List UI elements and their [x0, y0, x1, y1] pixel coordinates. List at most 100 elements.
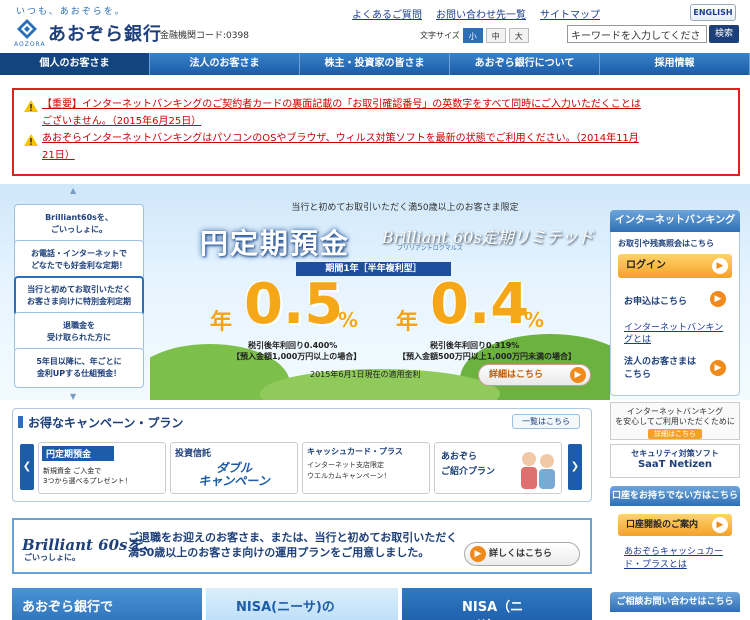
hero-title: 円定期預金 — [200, 227, 351, 260]
bottom-banner-2-text: NISA(ニーサ)の — [236, 600, 335, 615]
font-size-medium[interactable]: 中 — [485, 28, 506, 43]
ib-inquiry-text: お取引や残高照会はこちら — [618, 239, 714, 248]
search-button[interactable]: 検索 — [709, 25, 739, 43]
bottom-banner-3[interactable]: NISA（ニーサ） — [402, 588, 592, 620]
contact-header[interactable]: ご相談お問い合わせはこちら — [610, 592, 740, 612]
card-title: キャッシュカード・プラス — [307, 447, 403, 456]
login-label: ログイン — [626, 260, 666, 271]
login-button[interactable]: ログイン ▶ — [618, 254, 732, 278]
security-text: インターネットバンキング を安心してご利用いただくために — [615, 407, 735, 426]
brilliant-logo-sub: ごいっしょに。 — [24, 553, 80, 562]
netizen-label: セキュリティ対策ソフト — [631, 449, 719, 458]
card-title: 投資信託 — [175, 449, 212, 459]
rate-1-percent: % — [338, 308, 359, 332]
open-account-button[interactable]: 口座開設のご案内 ▶ — [618, 514, 732, 536]
scroll-down-icon[interactable]: ▼ — [70, 392, 76, 401]
important-notice-box: 【重要】インターネットバンキングのご契約者カードの裏面記載の「お取引確認番号」の… — [12, 88, 740, 176]
carousel-prev-icon[interactable]: ❮ — [20, 444, 34, 490]
card-body: ダブル キャンペーン — [198, 461, 270, 488]
bottom-banner-3-text: NISA（ニーサ） — [462, 600, 524, 620]
financial-code: 金融機関コード:0398 — [160, 31, 249, 41]
rate-1-note-b: 【預入金額1,000万円以上の場合】 — [232, 352, 362, 361]
netizen-title: SaaT Netizen — [637, 459, 713, 470]
open-account-label: 口座開設のご案内 — [626, 520, 699, 530]
rate-2-percent: % — [524, 308, 545, 332]
brilliant-detail-button[interactable]: ▶ 詳しくはこちら — [464, 542, 580, 566]
contact-list-link[interactable]: お問い合わせ先一覧 — [436, 6, 526, 21]
rate-2-value: 0.4 — [430, 272, 530, 337]
card-body: 新規資金 ご入金で 3つから選べるプレゼント！ — [43, 467, 132, 485]
security-info[interactable]: インターネットバンキング を安心してご利用いただくために 詳細はこちら — [610, 402, 740, 440]
main-nav: 個人のお客さま 法人のお客さま 株主・投資家の皆さま あおぞら銀行について 採用… — [0, 53, 750, 75]
side-item-step-up[interactable]: 5年目以降に、年ごとに 金利UPする仕組預金！ — [14, 348, 144, 388]
side-item-brilliant60s[interactable]: Brilliant60sを、 ごいっしょに。 — [14, 204, 144, 244]
sitemap-link[interactable]: サイトマップ — [540, 6, 600, 21]
bank-name[interactable]: あおぞら銀行 — [48, 20, 162, 46]
hero-detail-button[interactable]: 詳細はこちら ▶ — [478, 364, 591, 386]
rate-2-note-a: 税引後年利回り0.319% — [430, 341, 520, 350]
arrow-right-icon: ▶ — [470, 546, 486, 562]
campaign-title: お得なキャンペーン・プラン — [28, 416, 184, 430]
hero-subtitle: 当行と初めてお取引いただく満50歳以上のお客さま限定 — [291, 203, 519, 213]
nav-investors[interactable]: 株主・投資家の皆さま — [300, 53, 450, 75]
campaign-card-fund[interactable]: 投資信託 ダブル キャンペーン — [170, 442, 298, 494]
warning-icon — [24, 100, 38, 112]
nav-corporate[interactable]: 法人のお客さま — [150, 53, 300, 75]
font-size-selector: 文字サイズ 小 中 大 — [420, 28, 529, 43]
carousel-next-icon[interactable]: ❯ — [568, 444, 582, 490]
side-item-first-time[interactable]: 当行と初めてお取引いただく お客さま向けに特別金利定期 — [14, 276, 144, 316]
corp-link[interactable]: 法人のお客さまは こちら — [624, 356, 696, 382]
font-size-small[interactable]: 小 — [462, 28, 483, 43]
hero-date: 2015年6月1日現在の適用金利 — [310, 370, 421, 379]
bottom-banner-1-text: あおぞら銀行で — [22, 600, 114, 615]
arrow-right-icon: ▶ — [712, 258, 728, 274]
campaign-card-yen-deposit[interactable]: 円定期預金 新規資金 ご入金で 3つから選べるプレゼント！ — [38, 442, 166, 494]
ib-about-link[interactable]: インターネットバンキングとは — [624, 322, 730, 346]
arrow-right-icon[interactable]: ▶ — [710, 360, 726, 376]
campaign-card-cashcard[interactable]: キャッシュカード・プラス インターネット支店限定 ウエルカムキャンペーン！ — [302, 442, 430, 494]
arrow-right-icon: ▶ — [712, 517, 728, 533]
logo-subtext: AOZORA — [14, 41, 46, 48]
bottom-banner-1[interactable]: あおぞら銀行で — [12, 588, 202, 620]
english-button[interactable]: ENGLISH — [690, 4, 736, 21]
side-item-retirement[interactable]: 退職金を 受け取られた方に — [14, 312, 144, 352]
rate-1-value: 0.5 — [244, 272, 344, 337]
notice-1-line-1[interactable]: 【重要】インターネットバンキングのご契約者カードの裏面記載の「お取引確認番号」の… — [42, 96, 641, 113]
search-input[interactable]: キーワードを入力してくださ — [567, 25, 707, 43]
notice-2-line-2[interactable]: 21日） — [42, 147, 75, 164]
font-size-large[interactable]: 大 — [508, 28, 529, 43]
aozora-logo-icon[interactable] — [16, 18, 38, 40]
hero-detail-label: 詳細はこちら — [489, 370, 544, 380]
netizen-banner[interactable]: セキュリティ対策ソフト SaaT Netizen — [610, 444, 740, 478]
campaign-all-link[interactable]: 一覧はこちら — [512, 414, 580, 429]
cashcard-plus-link[interactable]: あおぞらキャッシュカード・プラスとは — [624, 546, 734, 572]
section-bar-icon — [18, 416, 23, 428]
card-body: インターネット支店限定 ウエルカムキャンペーン！ — [307, 461, 391, 480]
brilliant-text: ご退職をお迎えのお客さま、または、当行と初めてお取引いただく満50歳以上のお客さ… — [128, 531, 458, 559]
tagline: いつも、あおぞらを。 — [16, 7, 126, 17]
campaign-card-referral[interactable]: あおぞら ご紹介プラン — [434, 442, 562, 494]
top-links: よくあるご質問 お問い合わせ先一覧 サイトマップ — [352, 6, 600, 21]
rate-2-prefix: 年 — [396, 310, 419, 335]
warning-icon — [24, 134, 38, 146]
people-illustration-icon — [521, 452, 555, 489]
notice-1-line-2[interactable]: ございません。（2015年6月25日） — [42, 113, 201, 130]
bottom-banner-2[interactable]: NISA(ニーサ)の — [206, 588, 398, 620]
arrow-right-icon[interactable]: ▶ — [710, 291, 726, 307]
no-account-header: 口座をお持ちでない方はこちら — [610, 486, 740, 506]
nav-about[interactable]: あおぞら銀行について — [450, 53, 600, 75]
nav-recruit[interactable]: 採用情報 — [600, 53, 750, 75]
arrow-right-icon: ▶ — [570, 367, 586, 383]
notice-2-line-1[interactable]: あおぞらインターネットバンキングはパソコンのOSやブラウザ、ウィルス対策ソフトを… — [42, 130, 639, 147]
side-item-phone-internet[interactable]: お電話・インターネットで どなたでも好金利な定期！ — [14, 240, 144, 280]
rate-1-prefix: 年 — [210, 310, 233, 335]
nav-personal[interactable]: 個人のお客さま — [0, 53, 150, 75]
font-size-label: 文字サイズ — [420, 31, 460, 40]
scroll-up-icon[interactable]: ▲ — [70, 186, 76, 195]
ib-panel-header: インターネットバンキング — [610, 210, 740, 232]
security-detail-button[interactable]: 詳細はこちら — [648, 429, 702, 439]
apply-link[interactable]: お申込はこちら — [624, 294, 687, 307]
card-title: 円定期預金 — [42, 446, 114, 461]
rate-1-note-a: 税引後年利回り0.400% — [248, 341, 338, 350]
faq-link[interactable]: よくあるご質問 — [352, 6, 422, 21]
